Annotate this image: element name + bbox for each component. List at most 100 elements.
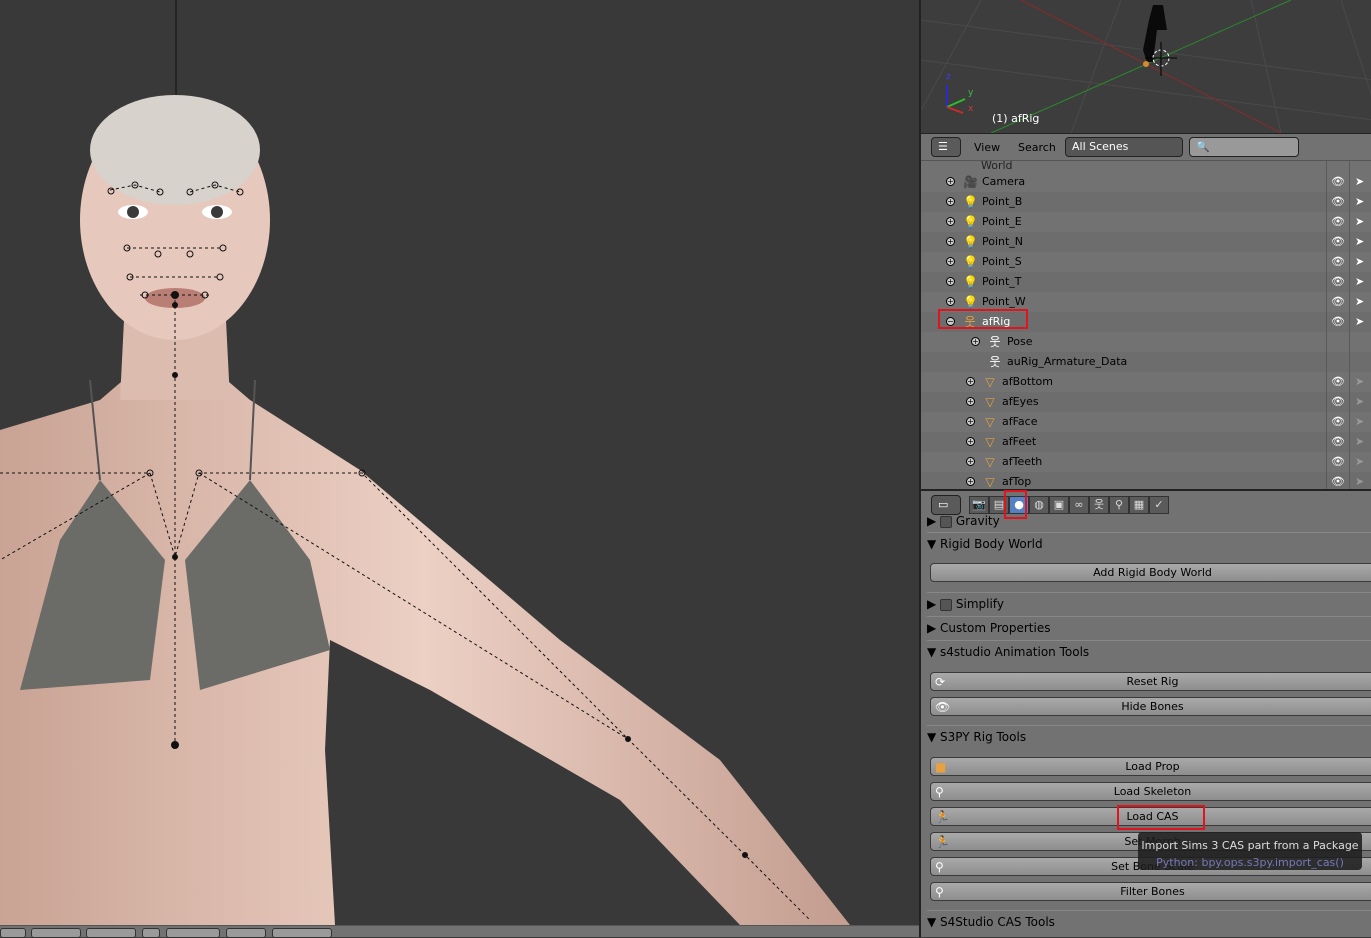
reset-rig-button[interactable]: ⟳ Reset Rig bbox=[930, 672, 1371, 691]
visibility-eye-icon[interactable]: 👁 bbox=[1331, 452, 1345, 472]
expand-toggle-icon[interactable]: + bbox=[966, 437, 975, 446]
item-name[interactable]: Point_B bbox=[982, 192, 1022, 212]
outliner-search-input[interactable]: 🔍 bbox=[1189, 137, 1299, 157]
panel-s4studio-cas-tools[interactable]: ▼ S4Studio CAS Tools bbox=[927, 910, 1371, 932]
outliner-item-aurig-armature-data[interactable]: 웃 auRig_Armature_Data bbox=[921, 352, 1371, 372]
search-menu[interactable]: Search bbox=[1018, 141, 1056, 154]
panel-s3py-rig-tools[interactable]: ▼ S3PY Rig Tools bbox=[927, 725, 1371, 747]
item-name[interactable]: Point_S bbox=[982, 252, 1022, 272]
selectability-cursor-icon[interactable]: ➤ bbox=[1355, 412, 1364, 432]
expand-toggle-icon[interactable]: + bbox=[966, 457, 975, 466]
selectability-cursor-icon[interactable]: ➤ bbox=[1355, 432, 1364, 452]
selectability-cursor-icon[interactable]: ➤ bbox=[1355, 312, 1364, 332]
outliner-item-affeet[interactable]: + ▽ afFeet 👁 ➤ bbox=[921, 432, 1371, 452]
selectability-cursor-icon[interactable]: ➤ bbox=[1355, 372, 1364, 392]
selectability-cursor-icon[interactable]: ➤ bbox=[1355, 192, 1364, 212]
visibility-eye-icon[interactable]: 👁 bbox=[1331, 292, 1345, 312]
item-name[interactable]: Point_E bbox=[982, 212, 1022, 232]
expand-toggle-icon[interactable]: + bbox=[946, 217, 955, 226]
armature-data-icon: 웃 bbox=[989, 355, 1001, 369]
gravity-checkbox[interactable] bbox=[940, 515, 953, 528]
visibility-eye-icon[interactable]: 👁 bbox=[1331, 232, 1345, 252]
load-prop-button[interactable]: ■ Load Prop bbox=[930, 757, 1371, 776]
item-name[interactable]: Point_T bbox=[982, 272, 1022, 292]
item-name[interactable]: Camera bbox=[982, 172, 1025, 192]
view-menu[interactable]: View bbox=[974, 141, 1000, 154]
item-name[interactable]: Pose bbox=[1007, 332, 1032, 352]
mini-3d-viewport[interactable]: z y x (1) afRig bbox=[921, 0, 1371, 133]
hide-bones-button[interactable]: 👁 Hide Bones bbox=[930, 697, 1371, 716]
visibility-eye-icon[interactable]: 👁 bbox=[1331, 432, 1345, 452]
load-skeleton-button[interactable]: ⚲ Load Skeleton bbox=[930, 782, 1371, 801]
item-name[interactable]: afTop bbox=[1002, 472, 1031, 489]
expand-toggle-icon[interactable]: + bbox=[946, 237, 955, 246]
outliner-item-point-s[interactable]: + 💡 Point_S 👁 ➤ bbox=[921, 252, 1371, 272]
outliner-item-afface[interactable]: + ▽ afFace 👁 ➤ bbox=[921, 412, 1371, 432]
outliner-item-aftop[interactable]: + ▽ afTop 👁 ➤ bbox=[921, 472, 1371, 489]
item-name[interactable]: Point_N bbox=[982, 232, 1023, 252]
outliner-item-point-b[interactable]: + 💡 Point_B 👁 ➤ bbox=[921, 192, 1371, 212]
expand-toggle-icon[interactable]: + bbox=[946, 297, 955, 306]
visibility-eye-icon[interactable]: 👁 bbox=[1331, 272, 1345, 292]
panel-label: Simplify bbox=[955, 597, 1004, 611]
selectability-cursor-icon[interactable]: ➤ bbox=[1355, 232, 1364, 252]
expand-toggle-icon[interactable]: + bbox=[946, 197, 955, 206]
outliner-item-point-e[interactable]: + 💡 Point_E 👁 ➤ bbox=[921, 212, 1371, 232]
expand-toggle-icon[interactable]: + bbox=[966, 377, 975, 386]
expand-toggle-icon[interactable]: + bbox=[971, 337, 980, 346]
axis-x-label: x bbox=[968, 104, 974, 114]
selectability-cursor-icon[interactable]: ➤ bbox=[1355, 452, 1364, 472]
add-rigid-body-world-button[interactable]: Add Rigid Body World bbox=[930, 563, 1371, 582]
expand-toggle-icon[interactable]: + bbox=[966, 477, 975, 486]
expand-toggle-icon[interactable]: + bbox=[966, 417, 975, 426]
item-name[interactable]: auRig_Armature_Data bbox=[1007, 352, 1127, 372]
button-label: Filter Bones bbox=[1120, 885, 1185, 898]
visibility-eye-icon[interactable]: 👁 bbox=[1331, 412, 1345, 432]
outliner-item-world[interactable]: World bbox=[981, 161, 1013, 172]
visibility-eye-icon[interactable]: 👁 bbox=[1331, 472, 1345, 489]
bone-icon: ⚲ bbox=[935, 885, 944, 899]
panel-rigid-body-world[interactable]: ▼ Rigid Body World bbox=[927, 532, 1371, 554]
panel-simplify[interactable]: ▶ Simplify bbox=[927, 592, 1371, 614]
outliner-editor-type-button[interactable]: ☰ bbox=[931, 137, 961, 157]
simplify-checkbox[interactable] bbox=[940, 598, 953, 611]
item-name[interactable]: afTeeth bbox=[1002, 452, 1042, 472]
item-name[interactable]: afFeet bbox=[1002, 432, 1036, 452]
item-name[interactable]: afEyes bbox=[1002, 392, 1039, 412]
lamp-icon: 💡 bbox=[963, 195, 978, 209]
item-name[interactable]: afFace bbox=[1002, 412, 1038, 432]
selectability-cursor-icon[interactable]: ➤ bbox=[1355, 272, 1364, 292]
selectability-cursor-icon[interactable]: ➤ bbox=[1355, 252, 1364, 272]
selectability-cursor-icon[interactable]: ➤ bbox=[1355, 472, 1364, 489]
scene-display-select[interactable]: All Scenes bbox=[1065, 137, 1183, 157]
expand-toggle-icon[interactable]: + bbox=[946, 177, 955, 186]
visibility-eye-icon[interactable]: 👁 bbox=[1331, 192, 1345, 212]
outliner-item-afbottom[interactable]: + ▽ afBottom 👁 ➤ bbox=[921, 372, 1371, 392]
visibility-eye-icon[interactable]: 👁 bbox=[1331, 392, 1345, 412]
outliner-item-afeyes[interactable]: + ▽ afEyes 👁 ➤ bbox=[921, 392, 1371, 412]
tooltip-python: Python: bpy.ops.s3py.import_cas() bbox=[1156, 856, 1344, 869]
visibility-eye-icon[interactable]: 👁 bbox=[1331, 372, 1345, 392]
outliner-item-afteeth[interactable]: + ▽ afTeeth 👁 ➤ bbox=[921, 452, 1371, 472]
outliner-item-pose[interactable]: + 웃 Pose bbox=[921, 332, 1371, 352]
selectability-cursor-icon[interactable]: ➤ bbox=[1355, 212, 1364, 232]
3d-viewport[interactable] bbox=[0, 0, 919, 925]
selectability-cursor-icon[interactable]: ➤ bbox=[1355, 392, 1364, 412]
visibility-eye-icon[interactable]: 👁 bbox=[1331, 172, 1345, 192]
visibility-eye-icon[interactable]: 👁 bbox=[1331, 252, 1345, 272]
visibility-eye-icon[interactable]: 👁 bbox=[1331, 212, 1345, 232]
panel-s4studio-animation-tools[interactable]: ▼ s4studio Animation Tools bbox=[927, 640, 1371, 662]
filter-bones-button[interactable]: ⚲ Filter Bones bbox=[930, 882, 1371, 901]
panel-custom-properties[interactable]: ▶ Custom Properties bbox=[927, 616, 1371, 638]
selectability-cursor-icon[interactable]: ➤ bbox=[1355, 292, 1364, 312]
expand-toggle-icon[interactable]: + bbox=[946, 277, 955, 286]
outliner-item-point-n[interactable]: + 💡 Point_N 👁 ➤ bbox=[921, 232, 1371, 252]
outliner-item-camera[interactable]: + 🎥 Camera 👁 ➤ bbox=[921, 172, 1371, 192]
expand-toggle-icon[interactable]: + bbox=[946, 257, 955, 266]
outliner-item-point-t[interactable]: + 💡 Point_T 👁 ➤ bbox=[921, 272, 1371, 292]
selectability-cursor-icon[interactable]: ➤ bbox=[1355, 172, 1364, 192]
item-name[interactable]: afBottom bbox=[1002, 372, 1053, 392]
visibility-eye-icon[interactable]: 👁 bbox=[1331, 312, 1345, 332]
expand-toggle-icon[interactable]: + bbox=[966, 397, 975, 406]
panel-gravity[interactable]: ▶ Gravity bbox=[927, 510, 1371, 532]
